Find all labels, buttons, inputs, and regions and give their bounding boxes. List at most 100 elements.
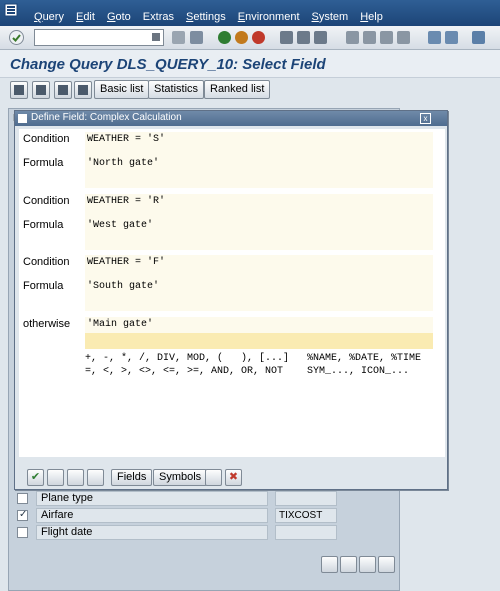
airfare-checkbox[interactable]: ✓ bbox=[17, 509, 28, 521]
local-field-icon[interactable] bbox=[32, 81, 50, 99]
scroll-next-icon[interactable] bbox=[359, 556, 376, 573]
command-history-dropdown-icon[interactable] bbox=[152, 33, 160, 41]
otherwise-input-continuation[interactable] bbox=[85, 333, 433, 349]
formula-label: Formula bbox=[23, 280, 64, 292]
airfare-label: Airfare bbox=[36, 508, 268, 523]
menu-item[interactable]: Edit bbox=[76, 11, 95, 23]
operator-hint: +, -, *, /, DIV, MOD, ( ), [...] %NAME, … bbox=[85, 353, 422, 364]
last-page-icon[interactable] bbox=[397, 31, 410, 44]
condition-label: Condition bbox=[23, 195, 70, 207]
formula-input-continuation[interactable] bbox=[85, 295, 433, 311]
plane-type-value[interactable] bbox=[275, 491, 337, 506]
menu-item[interactable]: Help bbox=[360, 11, 383, 23]
find-next-icon[interactable] bbox=[314, 31, 327, 44]
insert-line-icon[interactable] bbox=[47, 469, 64, 486]
flight-date-value[interactable] bbox=[275, 525, 337, 540]
previous-page-icon[interactable] bbox=[363, 31, 376, 44]
back-icon[interactable] bbox=[218, 31, 231, 44]
airfare-value[interactable]: TIXCOST bbox=[275, 508, 337, 523]
menu-item[interactable]: Extras bbox=[143, 11, 174, 23]
menu-item[interactable]: Environment bbox=[238, 11, 300, 23]
condition-input[interactable]: WEATHER = 'F' bbox=[85, 255, 433, 271]
menu-item[interactable]: Settings bbox=[186, 11, 226, 23]
page-title: Change Query DLS_QUERY_10: Select Field bbox=[10, 56, 326, 73]
output-options-icon[interactable] bbox=[74, 81, 92, 99]
command-input[interactable] bbox=[35, 30, 147, 45]
first-page-icon[interactable] bbox=[346, 31, 359, 44]
shortcut-icon[interactable] bbox=[445, 31, 458, 44]
create-session-icon[interactable] bbox=[428, 31, 441, 44]
plane-type-label: Plane type bbox=[36, 491, 268, 506]
menu-label: dit bbox=[83, 11, 95, 23]
scroll-previous-icon[interactable] bbox=[340, 556, 357, 573]
menu-accelerator: G bbox=[106, 11, 116, 23]
formula-input[interactable]: 'South gate' bbox=[85, 279, 433, 295]
dialog-title: Define Field: Complex Calculation bbox=[31, 112, 182, 123]
field-row-airfare: ✓ Airfare bbox=[15, 508, 275, 524]
cancel-icon[interactable]: ✖ bbox=[225, 469, 242, 486]
menu-label: Extras bbox=[142, 11, 174, 23]
help-icon[interactable] bbox=[472, 31, 485, 44]
fields-button[interactable]: Fields bbox=[111, 469, 153, 486]
checkmark-icon: ✓ bbox=[19, 509, 28, 520]
menu-item[interactable]: System bbox=[312, 11, 349, 23]
save-icon[interactable] bbox=[190, 31, 203, 44]
formula-input-continuation[interactable] bbox=[85, 234, 433, 250]
command-field[interactable] bbox=[34, 29, 164, 46]
cancel-icon[interactable] bbox=[252, 31, 265, 44]
field-row-plane-type: Plane type bbox=[15, 491, 275, 507]
ranked-list-button[interactable]: Ranked list bbox=[204, 80, 271, 99]
exit-icon[interactable] bbox=[235, 31, 248, 44]
enter-icon[interactable] bbox=[8, 29, 25, 46]
flight-date-checkbox[interactable] bbox=[17, 527, 28, 538]
complex-calculation-dialog: Define Field: Complex Calculation x Cond… bbox=[14, 110, 448, 490]
title-bar: Change Query DLS_QUERY_10: Select Field bbox=[0, 50, 500, 78]
statistics-button[interactable]: Statistics bbox=[148, 80, 205, 99]
menu-label: elp bbox=[368, 11, 383, 23]
otherwise-label: otherwise bbox=[23, 318, 71, 330]
menu-items: Query Edit Goto Extras Settings Environment Sy… bbox=[34, 11, 383, 23]
delete-line-icon[interactable] bbox=[67, 469, 84, 486]
menu-accelerator: E bbox=[237, 11, 246, 23]
condition-input[interactable]: WEATHER = 'R' bbox=[85, 194, 433, 210]
condition-label: Condition bbox=[23, 133, 70, 145]
standard-toolbar bbox=[0, 26, 500, 50]
print-icon[interactable] bbox=[280, 31, 293, 44]
scroll-last-icon[interactable] bbox=[378, 556, 395, 573]
formula-input[interactable]: 'West gate' bbox=[85, 218, 433, 234]
dialog-icon bbox=[18, 114, 27, 123]
dialog-footer: ✔ Fields Symbols ✖ bbox=[19, 467, 445, 489]
next-page-icon[interactable] bbox=[380, 31, 393, 44]
scroll-first-icon[interactable] bbox=[321, 556, 338, 573]
close-icon[interactable]: x bbox=[420, 113, 431, 124]
back-arrow-small-icon[interactable] bbox=[172, 31, 185, 44]
menu-item[interactable]: Goto bbox=[107, 11, 131, 23]
menu-item[interactable]: Query bbox=[34, 11, 64, 23]
formula-label: Formula bbox=[23, 219, 64, 231]
layout-icon[interactable] bbox=[10, 81, 28, 99]
table-icon[interactable] bbox=[205, 469, 222, 486]
otherwise-input[interactable]: 'Main gate' bbox=[85, 317, 433, 333]
dialog-body: Condition WEATHER = 'S' Formula 'North g… bbox=[19, 129, 445, 457]
field-group-icon[interactable] bbox=[54, 81, 72, 99]
application-toolbar: Basic list Statistics Ranked list bbox=[0, 78, 500, 102]
condition-input[interactable]: WEATHER = 'S' bbox=[85, 132, 433, 148]
formula-label: Formula bbox=[23, 157, 64, 169]
formula-input[interactable]: 'North gate' bbox=[85, 156, 433, 172]
menu-bar: Query Edit Goto Extras Settings Environment Sy… bbox=[0, 0, 500, 26]
field-row-flight-date: Flight date bbox=[15, 525, 275, 541]
formula-input-continuation[interactable] bbox=[85, 172, 433, 188]
menu-accelerator: S bbox=[311, 11, 319, 23]
menu-accelerator: H bbox=[360, 11, 369, 23]
menu-label: nvironment bbox=[245, 11, 300, 23]
menu-label: uery bbox=[42, 11, 64, 23]
plane-type-checkbox[interactable] bbox=[17, 493, 28, 504]
find-icon[interactable] bbox=[297, 31, 310, 44]
menu-label: oto bbox=[115, 11, 131, 23]
condition-label: Condition bbox=[23, 256, 70, 268]
lock-icon[interactable] bbox=[87, 469, 104, 486]
basic-list-button[interactable]: Basic list bbox=[94, 80, 150, 99]
sap-menu-icon[interactable] bbox=[4, 3, 18, 17]
confirm-icon[interactable]: ✔ bbox=[27, 469, 44, 486]
symbols-button[interactable]: Symbols bbox=[153, 469, 208, 486]
